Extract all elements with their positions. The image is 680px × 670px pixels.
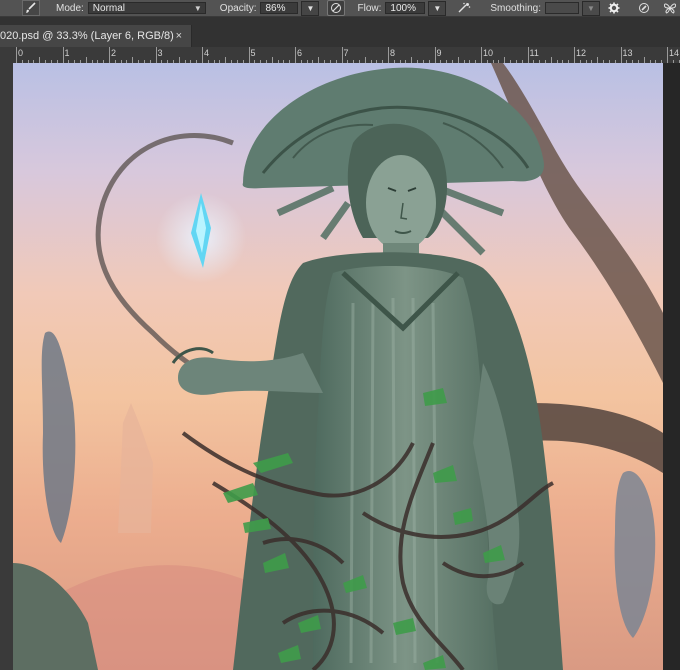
ruler-tick [434, 47, 436, 63]
flow-slider-toggle[interactable]: ▼ [428, 0, 447, 16]
flow-value: 100% [390, 2, 416, 14]
ruler-label: 2 [111, 48, 117, 58]
ruler-label: 11 [529, 48, 539, 58]
brush-icon [26, 2, 36, 13]
vertical-ruler[interactable] [0, 63, 14, 670]
pressure-opacity-icon [331, 3, 342, 13]
painting-artwork [13, 63, 663, 670]
symmetry-button[interactable] [662, 1, 678, 15]
ruler-label: 1 [64, 48, 70, 58]
ruler-tick [155, 47, 157, 63]
pressure-size-button[interactable] [636, 1, 652, 15]
ruler-label: 12 [576, 48, 587, 58]
ruler-tick [341, 47, 343, 63]
opacity-label: Opacity: [219, 2, 257, 14]
document-canvas[interactable] [13, 63, 663, 670]
ruler-tick [388, 47, 389, 63]
ruler-tick [62, 47, 64, 63]
ruler-label: 10 [483, 48, 494, 58]
ruler-tick [295, 47, 296, 63]
opacity-field[interactable]: 86% [260, 2, 299, 14]
airbrush-icon [458, 2, 471, 13]
ruler-tick [620, 47, 622, 63]
ruler-label: 7 [343, 48, 349, 58]
flow-label: Flow: [357, 2, 382, 14]
ruler-tick [109, 47, 110, 63]
airbrush-button[interactable] [456, 1, 472, 15]
ruler-label: 9 [436, 48, 442, 58]
ruler-label: 3 [157, 48, 163, 58]
gear-icon [608, 2, 620, 14]
canvas-right-gutter [663, 63, 680, 670]
opacity-slider-toggle[interactable]: ▼ [301, 0, 320, 16]
pressure-size-icon [638, 3, 649, 13]
ruler-tick [574, 47, 575, 63]
mode-value: Normal [92, 2, 126, 14]
chevron-down-icon: ▼ [433, 3, 442, 13]
document-tab-bar: 020.psd @ 33.3% (Layer 6, RGB/8) × [0, 17, 680, 47]
ruler-tick [667, 47, 668, 63]
ruler-label: 8 [390, 48, 396, 58]
smoothing-settings-button[interactable] [606, 1, 622, 15]
pressure-opacity-button[interactable] [327, 0, 346, 16]
document-tab[interactable]: 020.psd @ 33.3% (Layer 6, RGB/8) × [0, 25, 192, 47]
smoothing-field[interactable] [544, 2, 579, 14]
ruler-tick [481, 47, 482, 63]
document-tab-title: 020.psd @ 33.3% (Layer 6, RGB/8) [0, 30, 174, 42]
ruler-label: 4 [204, 48, 210, 58]
smoothing-slider-toggle[interactable]: ▼ [581, 0, 600, 16]
ruler-label: 0 [18, 48, 24, 58]
chevron-down-icon: ▼ [587, 3, 595, 13]
ruler-label: 14 [669, 48, 680, 58]
ruler-tick [16, 47, 17, 63]
ruler-label: 5 [250, 48, 256, 58]
ruler-tick [248, 47, 250, 63]
horizontal-ruler[interactable]: 0 1 2 3 4 5 6 7 8 9 10 11 12 13 14 [0, 47, 680, 64]
tool-options-bar: Mode: Normal ▼ Opacity: 86% ▼ Flow: 100%… [0, 0, 680, 17]
opacity-value: 86% [265, 2, 286, 14]
ruler-tick [202, 47, 203, 63]
ruler-tick [527, 47, 529, 63]
mode-select[interactable]: Normal ▼ [87, 2, 206, 14]
mode-label: Mode: [56, 2, 84, 14]
smoothing-label: Smoothing: [490, 2, 541, 14]
flow-field[interactable]: 100% [385, 2, 426, 14]
butterfly-symmetry-icon [663, 3, 677, 14]
ruler-label: 13 [622, 48, 633, 58]
chevron-down-icon: ▼ [193, 3, 202, 13]
chevron-down-icon: ▼ [306, 3, 315, 13]
close-icon[interactable]: × [176, 30, 182, 42]
brush-preset-picker[interactable] [22, 0, 40, 16]
ruler-label: 6 [297, 48, 303, 58]
